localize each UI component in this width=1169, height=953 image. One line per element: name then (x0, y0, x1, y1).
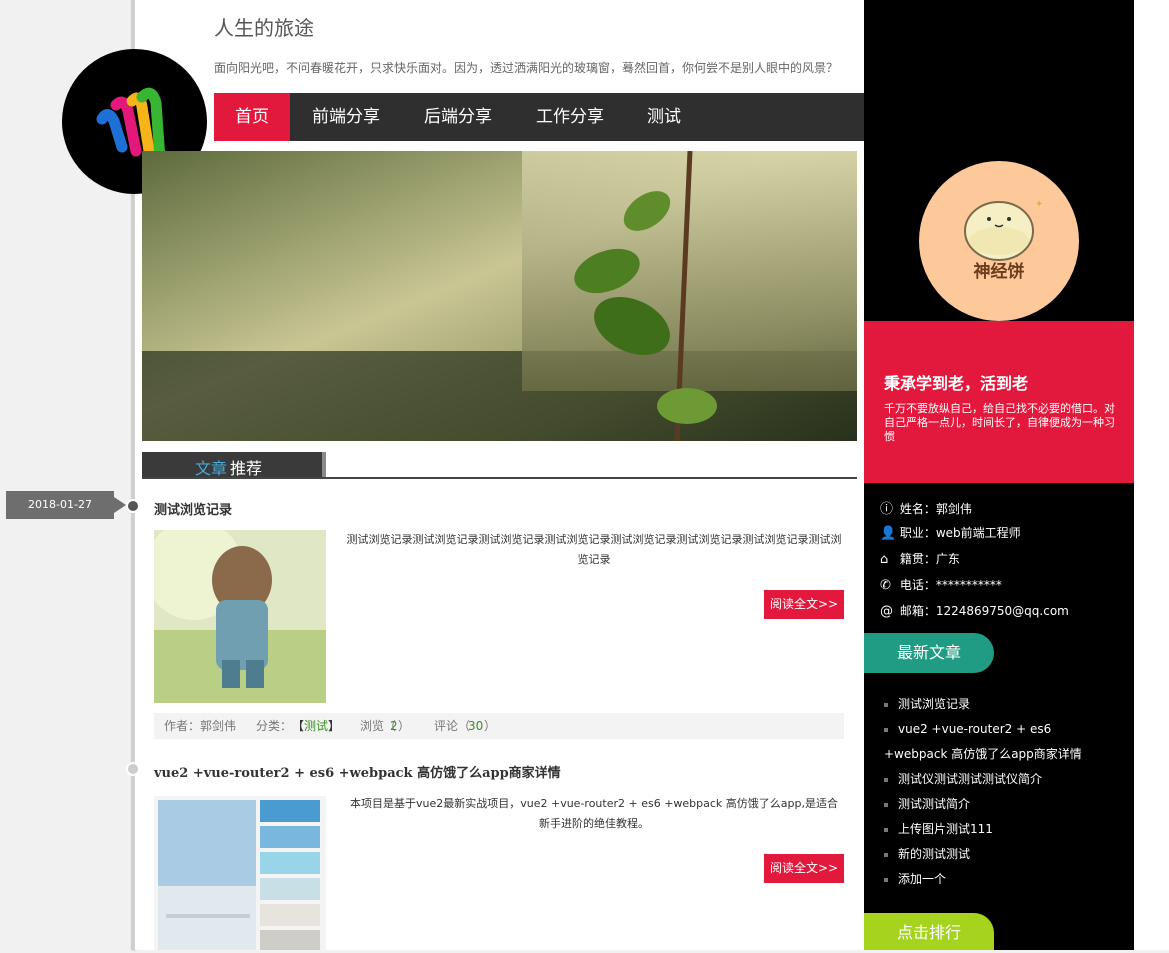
post-comments-close: ） (484, 719, 497, 733)
nav-item-test[interactable]: 测试 (636, 93, 692, 141)
info-name: ⓘ 姓名：郭剑伟 (880, 498, 972, 517)
post-views-count: 2 (390, 719, 398, 733)
info-hometown: ⌂ 籍贯：广东 (880, 550, 960, 568)
info-email-text: 邮箱：1224869750@qq.com (899, 604, 1069, 618)
nav-item-frontend[interactable]: 前端分享 (300, 93, 392, 141)
section-title-part1: 文章 (195, 459, 228, 478)
motto-title: 秉承学到老，活到老 (884, 374, 1029, 393)
site-motto: 面向阳光吧，不问春暖花开，只求快乐面对。因为，透过洒满阳光的玻璃窗，蓦然回首，你… (214, 61, 839, 75)
post-thumbnail[interactable] (154, 530, 326, 703)
latest-article-item[interactable]: vue2 +vue-router2 + es6 +webpack 高仿饿了么ap… (884, 717, 1110, 767)
avatar-caption: 神经饼 (973, 262, 1025, 282)
avatar-bun-icon: ✦ (964, 199, 1043, 261)
date-arrow (114, 497, 126, 513)
at-icon: @ (880, 604, 893, 619)
timeline-dot (126, 762, 140, 776)
info-job: 👤 职业：web前端工程师 (880, 524, 1021, 542)
post-category-label: 分类： (256, 719, 293, 733)
post-comments-count: 30 (468, 719, 484, 733)
info-hometown-text: 籍贯：广东 (899, 552, 960, 566)
latest-article-item[interactable]: 测试浏览记录 (884, 692, 1118, 717)
info-name-text: 姓名：郭剑伟 (899, 502, 972, 516)
post-category-close: 】 (328, 719, 341, 733)
user-plus-icon: 👤 (880, 526, 897, 541)
nav-item-home[interactable]: 首页 (214, 93, 290, 141)
post-title[interactable]: vue2 +vue-router2 + es6 +webpack 高仿饿了么ap… (154, 762, 561, 781)
info-icon: ⓘ (880, 502, 894, 517)
post-category-link[interactable]: 测试 (304, 713, 328, 739)
latest-article-item[interactable]: 测试测试简介 (884, 792, 1118, 817)
main-nav: 首页 前端分享 后端分享 工作分享 测试 (214, 93, 864, 141)
site-title[interactable]: 人生的旅途 (214, 12, 314, 41)
nav-item-backend[interactable]: 后端分享 (412, 93, 504, 141)
section-divider (142, 477, 857, 479)
section-title-part2: 推荐 (230, 459, 263, 478)
section-heading: 文章 推荐 (142, 452, 326, 478)
post-summary: 测试浏览记录测试浏览记录测试浏览记录测试浏览记录测试浏览记录测试浏览记录测试浏览… (346, 533, 842, 566)
home-icon: ⌂ (880, 552, 889, 567)
read-more-button[interactable]: 阅读全文>> (764, 854, 844, 883)
post-author: 作者：郭剑伟 (164, 719, 237, 733)
svg-text:✦: ✦ (1035, 199, 1043, 210)
post-comments-label: 评论（ (434, 719, 471, 733)
latest-article-item[interactable]: 添加一个 (884, 867, 1118, 892)
latest-articles-heading[interactable]: 最新文章 (864, 633, 994, 673)
latest-article-item[interactable]: 新的测试测试 (884, 842, 1118, 867)
post-thumbnail[interactable] (154, 796, 326, 950)
avatar[interactable]: ✦ 神经饼 (919, 161, 1079, 321)
post-title[interactable]: 测试浏览记录 (154, 499, 232, 518)
motto-text: 千万不要放纵自己，给自己找不必要的借口。对自己严格一点儿，时间长了，自律便成为一… (884, 402, 1115, 443)
read-more-button[interactable]: 阅读全文>> (764, 590, 844, 619)
right-margin (1134, 0, 1169, 950)
post-date-badge: 2018-01-27 (6, 491, 114, 519)
latest-article-item[interactable]: 上传图片测试111 (884, 817, 1118, 842)
phone-icon: ✆ (880, 578, 891, 593)
latest-article-item[interactable]: 测试仪测试测试测试仪简介 (884, 767, 1118, 792)
info-phone-text: 电话：*********** (899, 578, 1002, 592)
nav-item-work[interactable]: 工作分享 (524, 93, 616, 141)
info-job-text: 职业：web前端工程师 (899, 526, 1021, 540)
post-category-open: 【 (292, 719, 305, 733)
banner-image (142, 151, 857, 441)
ranking-heading[interactable]: 点击排行 (864, 913, 994, 950)
post-meta: 作者：郭剑伟 分类： 【 测试 】 浏览（ 2 ） 评论（ 30 ） (154, 713, 844, 739)
post-views-close: ） (398, 719, 411, 733)
info-phone: ✆ 电话：*********** (880, 576, 1002, 594)
info-email: @ 邮箱：1224869750@qq.com (880, 602, 1069, 620)
timeline-dot (126, 499, 140, 513)
post-summary: 本项目是基于vue2最新实战项目，vue2 +vue-router2 + es6… (349, 797, 839, 830)
